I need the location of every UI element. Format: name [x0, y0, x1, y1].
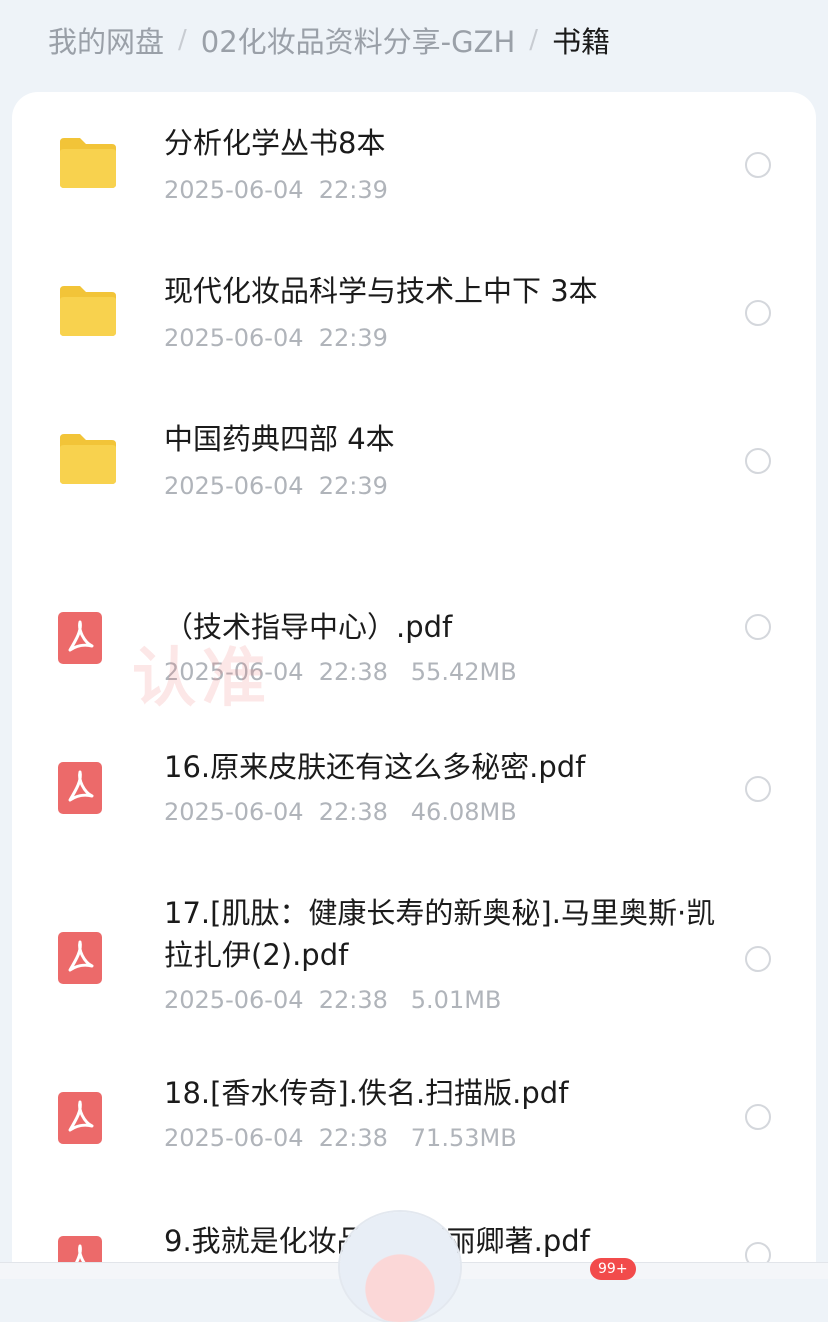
- file-meta: 2025-06-04 22:38 46.08MB: [164, 798, 517, 826]
- breadcrumb-separator: /: [178, 25, 187, 55]
- breadcrumb-separator: /: [529, 25, 539, 55]
- file-meta: 2025-06-04 22:39: [164, 176, 388, 204]
- select-radio[interactable]: [745, 1104, 771, 1130]
- list-item[interactable]: 16.原来皮肤还有这么多秘密.pdf 2025-06-04 22:38 46.0…: [12, 722, 816, 872]
- list-item[interactable]: 中国药典四部 4本 2025-06-04 22:39: [12, 388, 816, 536]
- select-radio[interactable]: [745, 448, 771, 474]
- file-name: 分析化学丛书8本: [164, 126, 386, 160]
- pdf-icon: [58, 1092, 102, 1144]
- file-list: 分析化学丛书8本 2025-06-04 22:39 现代化妆品科学与技术上中下 …: [12, 92, 816, 1262]
- list-item[interactable]: 17.[肌肽：健康长寿的新奥秘].马里奥斯·凯拉扎伊(2).pdf 2025-0…: [12, 872, 816, 1062]
- breadcrumb: 我的网盘 / 02化妆品资料分享-GZH / 书籍: [48, 16, 610, 64]
- mascot-icon[interactable]: [340, 1212, 460, 1322]
- select-radio[interactable]: [745, 776, 771, 802]
- select-radio[interactable]: [745, 946, 771, 972]
- pdf-icon: [58, 1236, 102, 1262]
- file-meta: 2025-06-04 22:39: [164, 472, 388, 500]
- file-name: 18.[香水传奇].佚名.扫描版.pdf: [164, 1076, 569, 1110]
- pdf-icon: [58, 932, 102, 984]
- breadcrumb-root[interactable]: 我的网盘: [48, 19, 164, 61]
- folder-icon: [60, 434, 116, 484]
- list-item[interactable]: 现代化妆品科学与技术上中下 3本 2025-06-04 22:39: [12, 240, 816, 388]
- folder-icon: [60, 286, 116, 336]
- select-radio[interactable]: [745, 1242, 771, 1262]
- breadcrumb-current: 书籍: [552, 25, 611, 59]
- pdf-icon: [58, 762, 102, 814]
- select-radio[interactable]: [745, 614, 771, 640]
- select-radio[interactable]: [745, 300, 771, 326]
- notification-badge: 99+: [590, 1258, 636, 1280]
- folder-icon: [60, 138, 116, 188]
- file-meta: 2025-06-04 22:38 5.01MB: [164, 986, 502, 1014]
- file-name: 现代化妆品科学与技术上中下 3本: [164, 274, 598, 308]
- watermark: 认准: [132, 642, 272, 716]
- pdf-icon: [58, 612, 102, 664]
- file-meta: 2025-06-04 22:39: [164, 324, 388, 352]
- list-item[interactable]: 18.[香水传奇].佚名.扫描版.pdf 2025-06-04 22:38 71…: [12, 1062, 816, 1212]
- list-item[interactable]: 分析化学丛书8本 2025-06-04 22:39: [12, 92, 816, 240]
- breadcrumb-folder[interactable]: 02化妆品资料分享-GZH: [201, 19, 516, 61]
- file-name: 17.[肌肽：健康长寿的新奥秘].马里奥斯·凯拉扎伊(2).pdf: [164, 896, 716, 972]
- file-name: 16.原来皮肤还有这么多秘密.pdf: [164, 750, 586, 784]
- select-radio[interactable]: [745, 152, 771, 178]
- file-meta: 2025-06-04 22:38 71.53MB: [164, 1124, 517, 1152]
- file-name: 中国药典四部 4本: [164, 422, 395, 456]
